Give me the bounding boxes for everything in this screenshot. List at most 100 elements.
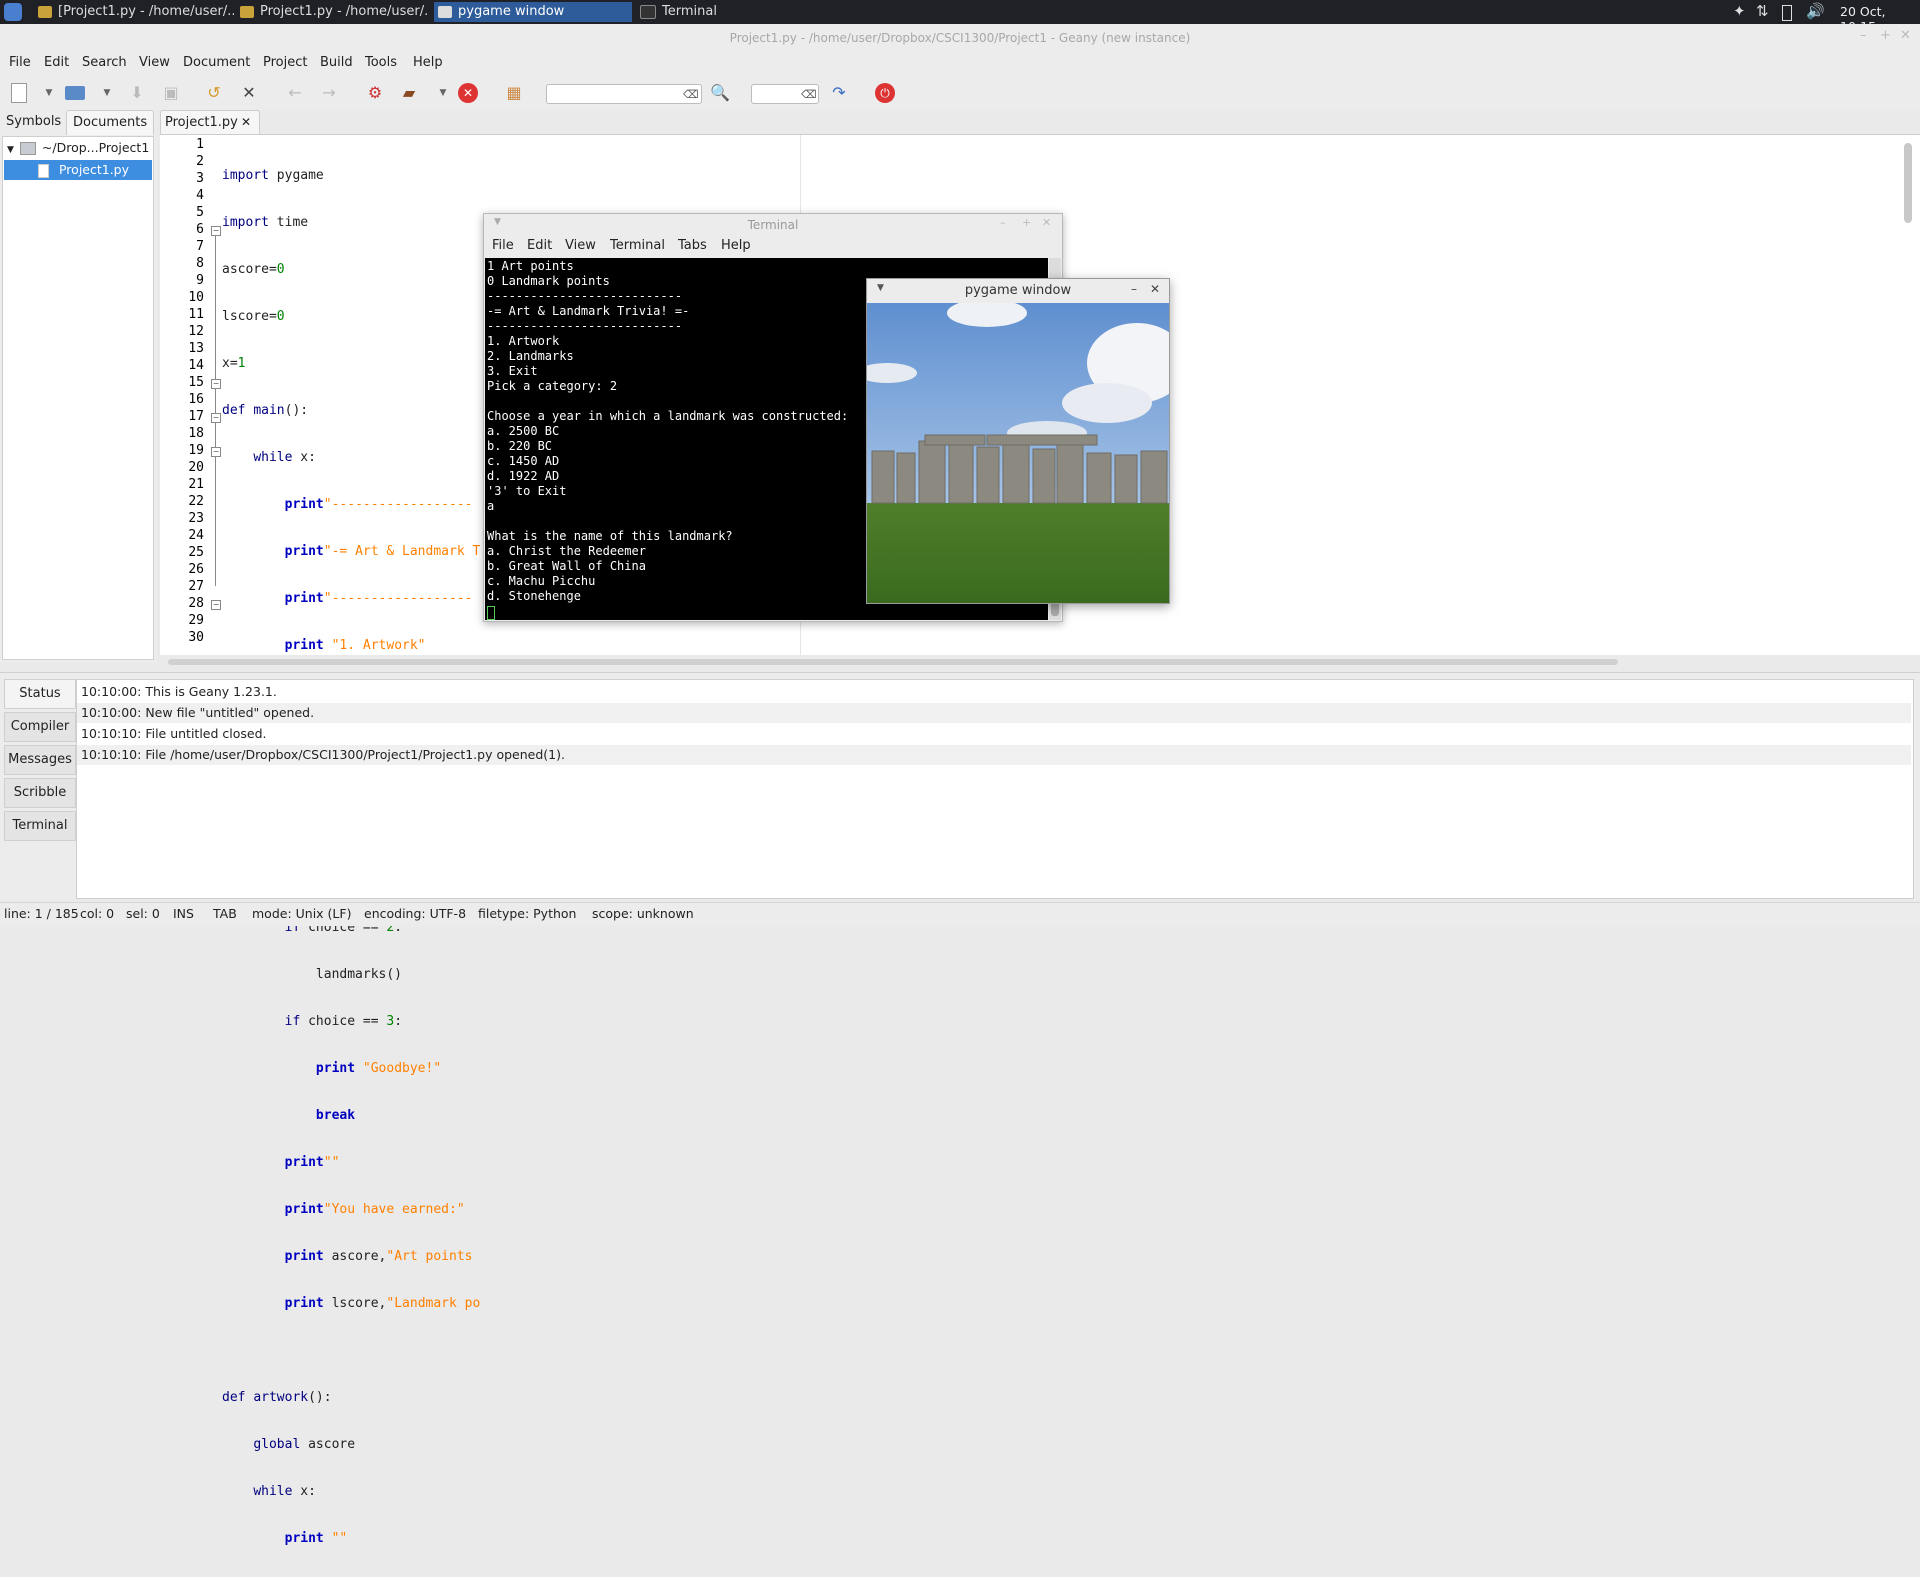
horizontal-scrollbar[interactable] — [168, 659, 1618, 665]
toolbar: ▼ ▼ ⬇ ▣ ↺ ✕ ← → ⚙ ▰ ▼ ✕ ▦ ⌫ 🔍 ⌫ ↷ ⏻ — [0, 76, 1920, 110]
terminal-menu-view[interactable]: View — [565, 238, 596, 253]
fold-marker-icon[interactable]: − — [211, 413, 221, 423]
minimize-button[interactable]: – — [1000, 216, 1006, 229]
chevron-down-icon[interactable]: ▼ — [432, 82, 454, 104]
task-geany-1[interactable]: [Project1.py - /home/user/... — [34, 2, 234, 22]
terminal-menu-terminal[interactable]: Terminal — [610, 238, 665, 253]
cursor — [487, 606, 495, 620]
menu-document[interactable]: Document — [183, 55, 250, 70]
tab-scribble[interactable]: Scribble — [4, 778, 76, 808]
menu-edit[interactable]: Edit — [44, 55, 69, 70]
fold-marker-icon[interactable]: − — [211, 600, 221, 610]
message-window: Status Compiler Messages Scribble Termin… — [0, 672, 1920, 899]
chevron-down-icon[interactable]: ▼ — [38, 82, 60, 104]
stop-icon[interactable]: ✕ — [457, 82, 479, 104]
save-all-icon[interactable]: ▣ — [160, 82, 182, 104]
terminal-menu-help[interactable]: Help — [721, 238, 751, 253]
close-button[interactable]: ✕ — [1150, 282, 1160, 296]
menu-file[interactable]: File — [9, 55, 31, 70]
tab-documents[interactable]: Documents — [66, 110, 155, 135]
task-pygame[interactable]: pygame window — [434, 2, 632, 22]
tab-compiler[interactable]: Compiler — [4, 712, 76, 742]
status-log: 10:10:00: This is Geany 1.23.1. 10:10:00… — [76, 679, 1914, 899]
menubar: File Edit Search View Document Project B… — [0, 52, 1920, 76]
fold-marker-icon[interactable]: − — [211, 379, 221, 389]
log-line: 10:10:00: New file "untitled" opened. — [77, 703, 1911, 723]
terminal-menu-file[interactable]: File — [492, 238, 514, 253]
terminal-title: Terminal — [747, 218, 799, 232]
clear-search-icon[interactable]: ⌫ — [683, 88, 699, 101]
tree-folder[interactable]: ▼ ~/Drop...Project1 — [7, 138, 149, 158]
task-terminal[interactable]: Terminal — [636, 2, 796, 22]
tab-symbols[interactable]: Symbols — [0, 110, 67, 134]
vertical-scrollbar[interactable] — [1904, 143, 1912, 223]
tree-file-project1[interactable]: Project1.py — [4, 160, 152, 180]
menu-view[interactable]: View — [139, 55, 170, 70]
build-icon[interactable]: ▰ — [398, 82, 420, 104]
revert-icon[interactable]: ↺ — [203, 82, 225, 104]
status-bar: line: 1 / 185 col: 0 sel: 0 INS TAB mode… — [0, 902, 1920, 926]
terminal-icon — [640, 4, 656, 19]
terminal-menu-edit[interactable]: Edit — [527, 238, 552, 253]
file-icon — [38, 163, 49, 178]
fold-line — [215, 236, 216, 586]
save-icon[interactable]: ⬇ — [126, 82, 148, 104]
close-button[interactable]: ✕ — [1042, 216, 1051, 229]
folder-icon — [19, 142, 36, 155]
network-icon[interactable]: ⇅ — [1756, 2, 1769, 20]
menu-project[interactable]: Project — [263, 55, 307, 70]
menu-help[interactable]: Help — [413, 55, 443, 70]
fold-marker-icon[interactable]: − — [211, 447, 221, 457]
close-tab-icon[interactable]: ✕ — [241, 115, 251, 129]
sidebar: Symbols Documents ▼ ~/Drop...Project1 Pr… — [0, 110, 157, 662]
quit-icon[interactable]: ⏻ — [874, 82, 896, 104]
taskbar: [Project1.py - /home/user/... Project1.p… — [0, 0, 1920, 34]
menu-tools[interactable]: Tools — [365, 55, 397, 70]
minimize-button[interactable]: – — [1131, 282, 1137, 296]
window-titlebar: Project1.py - /home/user/Dropbox/CSCI130… — [0, 24, 1920, 53]
log-line: 10:10:00: This is Geany 1.23.1. — [81, 684, 277, 699]
menu-search[interactable]: Search — [82, 55, 127, 70]
minimize-button[interactable]: – — [1860, 28, 1867, 43]
tab-messages[interactable]: Messages — [4, 745, 76, 775]
close-button[interactable]: ✕ — [1900, 28, 1911, 43]
color-chooser-icon[interactable]: ▦ — [503, 82, 525, 104]
chevron-down-icon[interactable]: ▼ — [96, 82, 118, 104]
volume-icon[interactable]: 🔊 — [1806, 2, 1825, 20]
log-line: 10:10:10: File /home/user/Dropbox/CSCI13… — [77, 745, 1911, 765]
task-geany-2[interactable]: Project1.py - /home/user/... — [236, 2, 428, 22]
expander-icon[interactable]: ▼ — [7, 145, 14, 155]
terminal-menu-tabs[interactable]: Tabs — [678, 238, 707, 253]
maximize-button[interactable]: + — [1880, 28, 1891, 43]
pygame-title: pygame window — [964, 283, 1072, 298]
geany-icon — [38, 5, 52, 18]
close-file-icon[interactable]: ✕ — [238, 82, 260, 104]
window-title: Project1.py - /home/user/Dropbox/CSCI130… — [729, 31, 1191, 45]
battery-icon[interactable] — [1782, 5, 1792, 21]
dropbox-icon[interactable]: ✦ — [1733, 2, 1746, 20]
open-folder-icon[interactable] — [64, 82, 86, 104]
tab-terminal[interactable]: Terminal — [4, 811, 76, 841]
geany-icon — [240, 5, 254, 18]
compile-icon[interactable]: ⚙ — [364, 82, 386, 104]
maximize-button[interactable]: + — [1022, 216, 1031, 229]
line-number-gutter: 1 2 3 4 5 6 7 8 9 10 11 12 13 14 15 16 1… — [160, 135, 210, 655]
window-menu-icon[interactable]: ▼ — [877, 283, 884, 293]
app-menu-icon[interactable] — [4, 3, 22, 21]
stonehenge-image — [867, 303, 1169, 603]
clear-goto-icon[interactable]: ⌫ — [801, 88, 817, 101]
window-menu-icon[interactable]: ▼ — [494, 217, 501, 227]
search-input[interactable] — [546, 84, 702, 104]
editor-tab-project1[interactable]: Project1.py ✕ — [160, 110, 260, 135]
menu-build[interactable]: Build — [320, 55, 353, 70]
pygame-window[interactable]: pygame window ▼ – ✕ — [866, 278, 1170, 604]
search-icon[interactable]: 🔍 — [709, 82, 731, 104]
tab-status[interactable]: Status — [4, 679, 76, 709]
forward-arrow-icon[interactable]: → — [318, 82, 340, 104]
goto-line-icon[interactable]: ↷ — [828, 82, 850, 104]
window-icon — [438, 5, 452, 18]
back-arrow-icon[interactable]: ← — [284, 82, 306, 104]
new-file-icon[interactable] — [8, 82, 30, 104]
fold-marker-icon[interactable]: − — [211, 226, 221, 236]
documents-tree: ▼ ~/Drop...Project1 Project1.py — [2, 136, 154, 660]
